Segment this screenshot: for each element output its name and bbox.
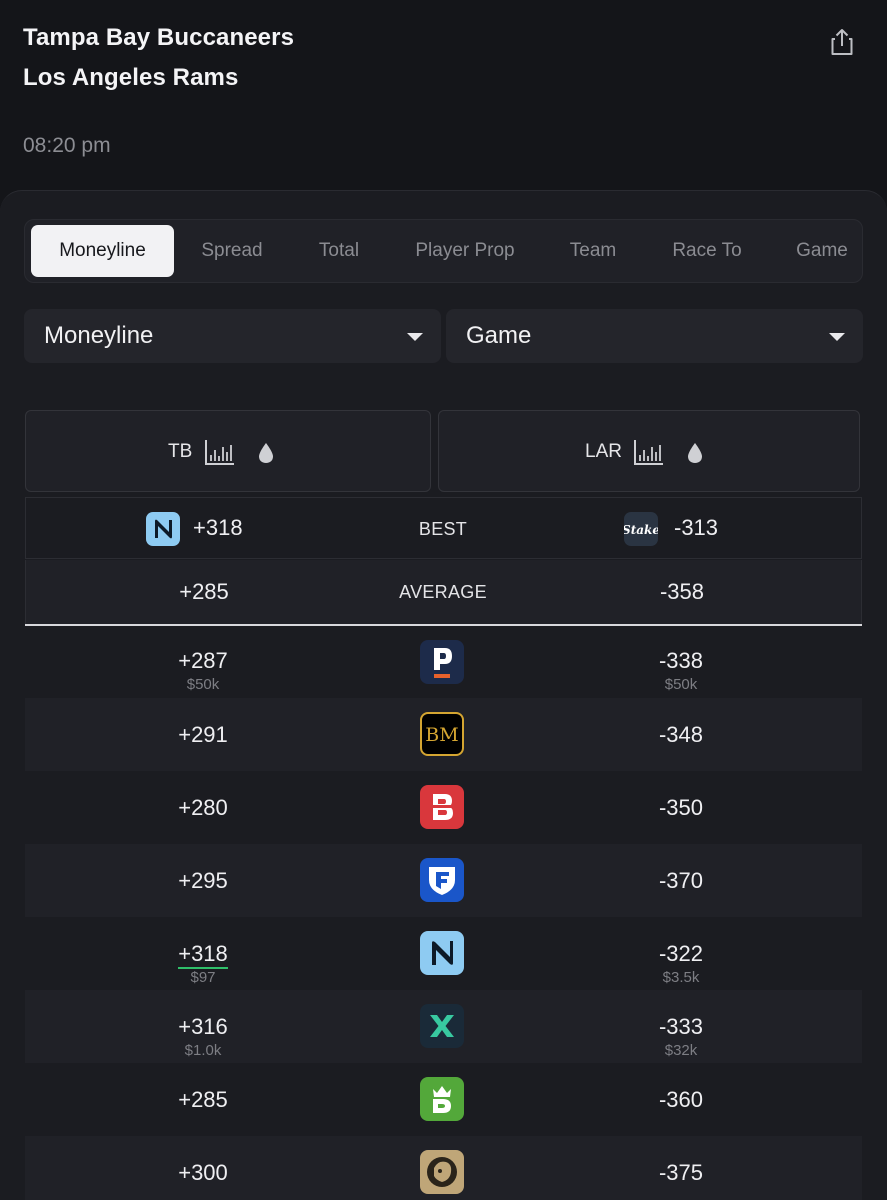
odds-left[interactable]: +300 <box>123 1160 283 1186</box>
team-abbr: TB <box>168 441 193 462</box>
market-select[interactable]: Moneyline <box>24 309 441 363</box>
odds-left[interactable]: +285 <box>123 1087 283 1113</box>
event-header: Tampa Bay Buccaneers Los Angeles Rams 08… <box>0 0 887 190</box>
odds-right[interactable]: -360 <box>601 1087 761 1113</box>
odds-right[interactable]: -333 <box>601 1014 761 1040</box>
stake-logo-icon[interactable]: Stake <box>624 512 658 546</box>
team-abbr: LAR <box>585 441 622 462</box>
away-team-name: Los Angeles Rams <box>23 64 239 91</box>
average-odds-right: -358 <box>659 579 705 604</box>
market-select-value: Moneyline <box>44 322 154 349</box>
svg-text:Stake: Stake <box>624 523 658 537</box>
limit-right: $50k <box>664 676 698 693</box>
sporttrade-logo-icon[interactable] <box>420 1004 464 1048</box>
average-label: AVERAGE <box>399 582 487 602</box>
table-row: +316 $1.0k -333 $32k <box>25 990 862 1063</box>
odds-left[interactable]: +287 <box>123 648 283 674</box>
table-row: +295 -370 <box>25 844 862 917</box>
table-row: +280 -350 <box>25 771 862 844</box>
betmgm-lion-logo-icon[interactable] <box>420 1150 464 1194</box>
droplet-icon[interactable] <box>257 442 275 464</box>
novig-logo-icon[interactable] <box>146 512 180 546</box>
odds-right[interactable]: -375 <box>601 1160 761 1186</box>
table-row: +287 $50k -338 $50k <box>25 626 862 698</box>
table-row: +285 -360 <box>25 1063 862 1136</box>
limit-left: $50k <box>186 676 220 693</box>
chevron-down-icon <box>829 333 845 341</box>
bm-logo-icon[interactable]: BM <box>420 712 464 756</box>
limit-right: $32k <box>664 1042 698 1059</box>
best-odds-left[interactable]: +318 <box>193 515 243 541</box>
table-row: +318 $97 -322 $3.5k <box>25 917 862 990</box>
bar-chart-icon[interactable] <box>204 438 236 466</box>
droplet-icon[interactable] <box>686 442 704 464</box>
average-odds-row: +285 AVERAGE -358 <box>25 560 862 624</box>
tab-race-to[interactable]: Race To <box>657 220 757 282</box>
table-row: +300 -375 <box>25 1136 862 1200</box>
tab-spread[interactable]: Spread <box>185 220 279 282</box>
odds-right[interactable]: -322 <box>601 941 761 967</box>
best-odds-right[interactable]: -313 <box>674 515 718 541</box>
betrivers-logo-icon[interactable] <box>420 785 464 829</box>
odds-right[interactable]: -348 <box>601 722 761 748</box>
home-team-name: Tampa Bay Buccaneers <box>23 24 295 51</box>
tab-moneyline[interactable]: Moneyline <box>31 225 174 277</box>
odds-right[interactable]: -350 <box>601 795 761 821</box>
tab-game[interactable]: Game <box>777 220 862 282</box>
draftkings-logo-icon[interactable] <box>420 1077 464 1121</box>
column-header-tb[interactable]: TB <box>25 410 431 492</box>
prophetx-logo-icon[interactable] <box>420 640 464 684</box>
event-time: 08:20 pm <box>23 134 111 157</box>
novig-logo-icon[interactable] <box>420 931 464 975</box>
odds-left[interactable]: +316 <box>123 1014 283 1040</box>
table-row: +291 BM -348 <box>25 698 862 771</box>
tab-player-prop[interactable]: Player Prop <box>401 220 529 282</box>
period-select[interactable]: Game <box>446 309 863 363</box>
odds-left[interactable]: +280 <box>123 795 283 821</box>
tab-team[interactable]: Team <box>547 220 639 282</box>
odds-right[interactable]: -338 <box>601 648 761 674</box>
best-label: BEST <box>418 519 468 539</box>
share-icon[interactable] <box>826 26 858 58</box>
fanduel-logo-icon[interactable] <box>420 858 464 902</box>
odds-left[interactable]: +291 <box>123 722 283 748</box>
chevron-down-icon <box>407 333 423 341</box>
period-select-value: Game <box>466 322 532 349</box>
limit-left: $97 <box>190 969 216 986</box>
market-tabs: Moneyline Spread Total Player Prop Team … <box>24 219 863 283</box>
limit-left: $1.0k <box>184 1042 222 1059</box>
odds-right[interactable]: -370 <box>601 868 761 894</box>
tab-total[interactable]: Total <box>293 220 385 282</box>
bar-chart-icon[interactable] <box>633 438 665 466</box>
best-odds-row: +318 BEST Stake -313 <box>25 497 862 559</box>
best-odds-highlight[interactable]: +318 <box>178 941 228 969</box>
column-header-lar[interactable]: LAR <box>438 410 860 492</box>
svg-text:BM: BM <box>425 724 458 746</box>
average-odds-left: +285 <box>179 579 229 604</box>
odds-left[interactable]: +295 <box>123 868 283 894</box>
odds-left[interactable]: +318 <box>123 941 283 969</box>
limit-right: $3.5k <box>662 969 700 986</box>
